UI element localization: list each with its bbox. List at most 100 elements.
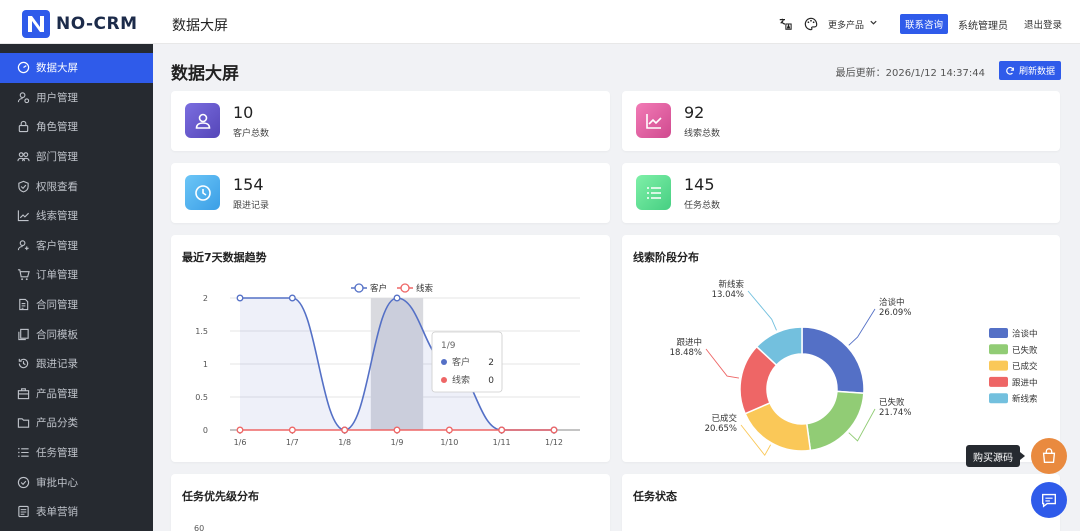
legend-label: 新线索 [1012,394,1038,405]
product-icon [16,386,30,400]
sidebar-item-9[interactable]: 合同模板 [0,319,153,349]
slice-percent: 13.04% [712,290,744,300]
legend-label: 洽谈中 [1012,329,1038,340]
refresh-label: 刷新数据 [1018,67,1055,77]
tooltip-name: 客户 [452,356,470,368]
main-content: 数据大屏 最后更新：2026/1/12 14:37:44 刷新数据 10 客户总… [153,44,1080,531]
buy-source-tooltip: 购买源码 [966,445,1025,467]
tooltip-value: 0 [488,376,494,386]
stat-card-tasks[interactable]: 145 任务总数 [622,163,1060,223]
sidebar-item-label: 用户管理 [36,91,78,104]
label-line [705,348,740,379]
more-products-menu[interactable]: 更多产品 [828,18,878,31]
label-line [848,308,876,346]
sidebar-item-10[interactable]: 跟进记录 [0,349,153,379]
legend-swatch [989,393,1008,404]
data-point [288,294,296,302]
sidebar-item-12[interactable]: 产品分类 [0,408,153,438]
legend-label: 已失败 [1012,345,1038,356]
sidebar-item-15[interactable]: 表单营销 [0,497,153,527]
lead-stage-donut-chart[interactable]: 洽谈中26.09%已失败21.74%已成交20.65%跟进中18.48%新线索1… [622,235,1060,462]
x-tick-label: 1/10 [440,438,458,447]
stat-value: 145 [684,175,715,194]
slice-label: 洽谈中 [879,297,905,308]
logout-link[interactable]: 退出登录 [1024,17,1062,31]
lead-stage-panel: 线索阶段分布 洽谈中 26.09% 已失败 21.74% 已成交 20.65% 跟进中 18.… [622,235,1060,462]
refresh-button[interactable]: 刷新数据 [998,61,1061,80]
trend-icon [16,209,30,223]
chat-button[interactable] [1031,482,1067,518]
buy-source-button[interactable] [1031,438,1067,474]
sidebar-item-13[interactable]: 任务管理 [0,438,153,468]
legend-swatch [989,376,1008,387]
contract-icon [16,298,30,312]
sidebar-item-label: 权限查看 [36,180,78,193]
user-settings-icon [16,90,30,104]
page-title: 数据大屏 [171,64,239,84]
stat-label: 客户总数 [233,129,270,139]
chevron-down-icon [869,18,878,30]
slice-label: 新线索 [718,279,744,290]
sidebar-item-3[interactable]: 部门管理 [0,142,153,172]
tooltip-title: 1/9 [441,341,456,351]
slice-percent: 21.74% [879,408,911,418]
admin-name[interactable]: 系统管理员 [958,17,1008,32]
label-line [747,290,777,331]
sidebar-item-0[interactable]: 数据大屏 [0,53,153,83]
legend-label: 已成交 [1012,361,1038,372]
contact-button[interactable]: 联系咨询 [899,14,948,34]
legend-label: 跟进中 [1012,377,1038,388]
legend-swatch [989,328,1008,338]
sidebar-item-4[interactable]: 权限查看 [0,171,153,201]
sidebar-item-label: 任务管理 [36,447,78,460]
data-point [288,426,296,434]
team-icon [16,150,30,164]
data-point [341,426,349,434]
sidebar-item-5[interactable]: 线索管理 [0,201,153,231]
sidebar-item-label: 线索管理 [36,210,78,223]
customer-add-icon [16,238,30,252]
logo[interactable]: NO-CRM [22,10,138,38]
logo-icon [22,10,50,38]
history-icon [16,357,30,371]
y-tick-label: 0 [203,426,208,435]
stat-card-leads[interactable]: 92 线索总数 [622,91,1060,151]
top-bar: NO-CRM 数据大屏 更多产品 联系咨询 系统管理员 退出登录 [0,0,1080,44]
sidebar-item-11[interactable]: 产品管理 [0,379,153,409]
sidebar-item-6[interactable]: 客户管理 [0,231,153,261]
sidebar-item-label: 合同管理 [36,299,78,312]
x-tick-label: 1/9 [391,438,404,447]
sidebar-item-8[interactable]: 合同管理 [0,290,153,320]
legend-label: 客户 [370,283,387,294]
top-page-title: 数据大屏 [172,18,228,34]
trend-line-chart[interactable]: 00.511.521/6 1/7 1/8 1/9 1/10 1/11 1/12客户 线索1/9… [171,235,610,462]
x-tick-label: 1/6 [234,438,247,447]
stat-card-followups[interactable]: 154 跟进记录 [171,163,610,223]
sidebar-item-14[interactable]: 审批中心 [0,467,153,497]
panel-title: 任务状态 [633,490,677,503]
sidebar-item-1[interactable]: 用户管理 [0,83,153,113]
palette-icon[interactable] [802,15,820,33]
stat-label: 任务总数 [684,201,721,211]
stat-label: 跟进记录 [233,201,270,211]
sidebar: 数据大屏用户管理角色管理 部门管理权限查看线索管理客户管理 订单管理合同管理合同模板… [0,44,153,531]
y-tick-label: 1 [203,360,208,369]
tooltip-value: 2 [488,358,494,368]
template-icon [16,327,30,341]
user-icon [185,103,220,138]
stat-card-customers[interactable]: 10 客户总数 [171,91,610,151]
sidebar-item-label: 产品管理 [36,387,78,400]
stat-value: 10 [233,103,254,122]
donut-slice-1 [805,390,865,452]
check-circle-icon [16,475,30,489]
translate-icon[interactable] [776,15,794,33]
legend-marker [400,283,410,293]
shield-icon [16,179,30,193]
sidebar-item-label: 审批中心 [36,476,78,489]
lock-icon [16,120,30,134]
legend-marker [354,283,364,293]
data-point [550,426,558,434]
chart-line-icon [636,103,671,138]
sidebar-item-7[interactable]: 订单管理 [0,260,153,290]
sidebar-item-2[interactable]: 角色管理 [0,112,153,142]
